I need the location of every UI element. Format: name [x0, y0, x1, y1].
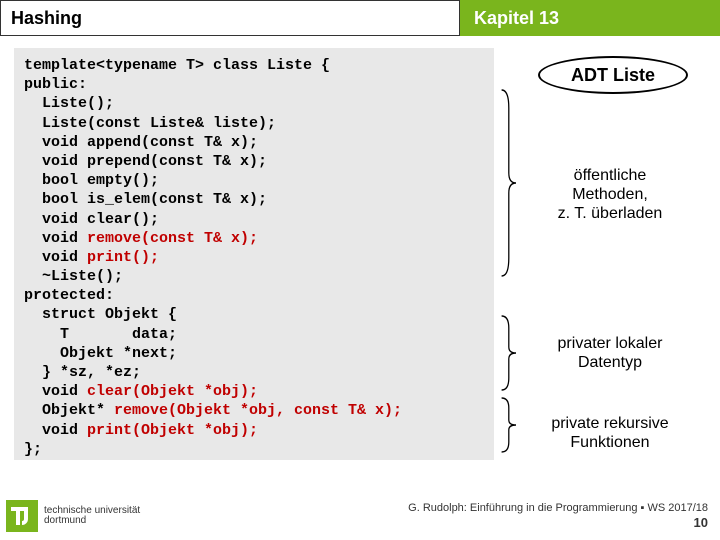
adt-label: ADT Liste: [571, 65, 655, 86]
code-line: };: [24, 441, 42, 458]
code-line: void clear();: [24, 211, 159, 228]
code-line: Objekt*: [24, 402, 114, 419]
slide-header: Hashing Kapitel 13: [0, 0, 720, 36]
page-number: 10: [408, 515, 708, 531]
code-line: public:: [24, 76, 87, 93]
code-line: void: [24, 422, 87, 439]
code-line: template<typename T> class Liste {: [24, 57, 330, 74]
header-title-left: Hashing: [0, 0, 460, 36]
header-title-right: Kapitel 13: [460, 0, 720, 36]
annotation-line: öffentliche: [520, 166, 700, 185]
slide-footer: technische universität dortmund G. Rudol…: [0, 496, 720, 540]
code-line: T data;: [24, 326, 177, 343]
code-line: Liste(const Liste& liste);: [24, 115, 276, 132]
uni-line: dortmund: [44, 516, 140, 527]
code-line: bool empty();: [24, 172, 159, 189]
code-block: template<typename T> class Liste { publi…: [14, 48, 494, 460]
code-emph: remove(const T& x);: [87, 230, 258, 247]
annotation-line: z. T. überladen: [520, 204, 700, 223]
code-line: protected:: [24, 287, 114, 304]
brace-icon: [498, 88, 516, 278]
annotation-private-func: private rekursive Funktionen: [520, 414, 700, 452]
credit-line: G. Rudolph: Einführung in die Programmie…: [408, 502, 708, 515]
annotation-private-type: privater lokaler Datentyp: [520, 334, 700, 372]
annotation-line: Datentyp: [520, 353, 700, 372]
annotation-line: Funktionen: [520, 433, 700, 452]
annotation-public: öffentliche Methoden, z. T. überladen: [520, 166, 700, 224]
code-line: void: [24, 249, 87, 266]
code-line: Objekt *next;: [24, 345, 177, 362]
code-emph: print(Objekt *obj);: [87, 422, 258, 439]
code-emph: print();: [87, 249, 159, 266]
code-line: Liste();: [24, 95, 114, 112]
code-emph: clear(Objekt *obj);: [87, 383, 258, 400]
code-line: void append(const T& x);: [24, 134, 258, 151]
code-line: void prepend(const T& x);: [24, 153, 267, 170]
annotation-line: privater lokaler: [520, 334, 700, 353]
annotation-line: Methoden,: [520, 185, 700, 204]
code-line: } *sz, *ez;: [24, 364, 141, 381]
code-line: struct Objekt {: [24, 306, 177, 323]
code-line: ~Liste();: [24, 268, 123, 285]
code-line: bool is_elem(const T& x);: [24, 191, 267, 208]
adt-oval: ADT Liste: [538, 56, 688, 94]
footer-credit: G. Rudolph: Einführung in die Programmie…: [408, 502, 708, 531]
code-line: void: [24, 383, 87, 400]
code-emph: remove(Objekt *obj, const T& x);: [114, 402, 402, 419]
tu-logo-icon: [6, 500, 38, 532]
brace-icon: [498, 314, 516, 392]
brace-icon: [498, 396, 516, 454]
university-name: technische universität dortmund: [44, 506, 140, 527]
annotation-line: private rekursive: [520, 414, 700, 433]
university-logo: technische universität dortmund: [6, 500, 140, 532]
slide-body: template<typename T> class Liste { publi…: [0, 36, 720, 496]
code-line: void: [24, 230, 87, 247]
